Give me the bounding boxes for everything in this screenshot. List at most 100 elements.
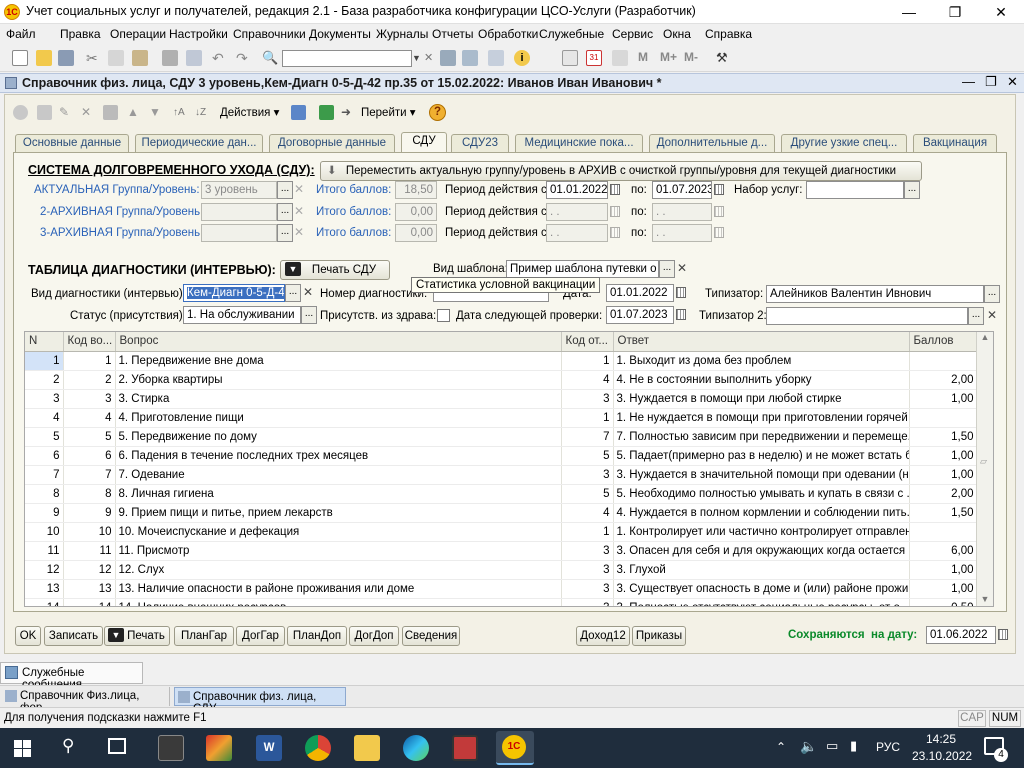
table-row[interactable]: 4 4 4. Приготовление пищи 1 1. Не нуждается … xyxy=(25,408,978,428)
ok-button[interactable]: OK xyxy=(15,626,41,646)
tipizator2-field[interactable] xyxy=(766,307,968,325)
clock-time[interactable]: 14:25 xyxy=(926,732,956,746)
refresh-icon[interactable] xyxy=(319,105,334,120)
menu-documents[interactable]: Документы xyxy=(309,27,371,41)
media-app-icon[interactable] xyxy=(158,735,184,761)
tab-contract-data[interactable]: Договорные данные xyxy=(269,134,395,152)
move-up-icon[interactable]: ▲ xyxy=(127,105,142,120)
table-row[interactable]: 13 13 13. Наличие опасности в районе прожи… xyxy=(25,579,978,599)
scroll-thumb[interactable]: ▱ xyxy=(980,456,987,467)
move-down-icon[interactable]: ▼ xyxy=(149,105,164,120)
col-answer-header[interactable]: Ответ xyxy=(613,332,910,352)
table-row[interactable]: 7 7 7. Одевание 3 3. Нуждается в значительно… xyxy=(25,465,978,485)
income12-button[interactable]: Доход12 xyxy=(576,626,630,646)
table-row[interactable]: 5 5 5. Передвижение по дому 7 7. Полностью з… xyxy=(25,427,978,447)
table-row[interactable]: 2 2 2. Уборка квартиры 4 4. Не в состоянии в… xyxy=(25,370,978,390)
status-select-button[interactable]: ... xyxy=(301,306,317,324)
services-select-button[interactable]: ... xyxy=(904,181,920,199)
table-row[interactable]: 141414. Наличие внешних ресурсов33. Полн… xyxy=(25,598,978,606)
template-field[interactable]: Пример шаблона путевки о д xyxy=(506,260,659,278)
status-field[interactable]: 1. На обслуживании xyxy=(183,306,301,324)
file-explorer-icon[interactable] xyxy=(354,735,380,761)
print-button[interactable]: ▼ Печать xyxy=(104,626,170,646)
memory-m-plus-button[interactable]: M+ xyxy=(660,50,677,64)
tab-other-specialists[interactable]: Другие узкие спец... xyxy=(781,134,907,152)
undo-icon[interactable]: ↶ xyxy=(212,50,228,66)
network-icon[interactable]: ▭ xyxy=(826,738,838,754)
archive2-select-button[interactable]: ... xyxy=(277,203,293,221)
print-icon[interactable] xyxy=(162,50,178,66)
word-icon[interactable]: W xyxy=(256,735,282,761)
archive2-field[interactable] xyxy=(201,203,277,221)
menu-service-ops[interactable]: Служебные xyxy=(539,27,604,41)
table-row[interactable]: 3 3 3. Стирка 3 3. Нуждается в помощи при лю… xyxy=(25,389,978,409)
col-n-header[interactable]: N xyxy=(25,332,64,352)
tipizator2-clear-icon[interactable]: ✕ xyxy=(985,307,999,325)
windows-start-icon[interactable] xyxy=(14,740,31,757)
memory-m-button[interactable]: M xyxy=(638,50,648,64)
windows-icon[interactable] xyxy=(488,50,504,66)
table-scrollbar[interactable]: ▲ ▱ ▼ xyxy=(976,332,993,606)
scroll-up-icon[interactable]: ▲ xyxy=(977,332,993,342)
calculator-icon[interactable] xyxy=(562,50,578,66)
orders-button[interactable]: Приказы xyxy=(632,626,686,646)
table-row[interactable]: 11 11 11. Присмотр 3 3. Опасен для себя и дл… xyxy=(25,541,978,561)
diag-kind-field[interactable]: Кем-Диагн 0-5-Д-42 xyxy=(183,284,285,302)
menu-operations[interactable]: Операции xyxy=(110,27,166,41)
template-clear-icon[interactable]: ✕ xyxy=(675,260,689,278)
menu-settings[interactable]: Настройки xyxy=(169,27,228,41)
tab-main-data[interactable]: Основные данные xyxy=(15,134,129,152)
scroll-down-icon[interactable]: ▼ xyxy=(977,594,993,604)
move-to-archive-button[interactable]: ⬇ Переместить актуальную группу/уровень … xyxy=(320,161,922,181)
dog-gar-button[interactable]: ДогГар xyxy=(236,626,285,646)
tipizator-select-button[interactable]: ... xyxy=(984,285,1000,303)
actions-menu[interactable]: Действия ▾ xyxy=(220,105,279,119)
calendar-icon[interactable] xyxy=(674,306,688,324)
print-sdu-button[interactable]: ▼ Печать СДУ xyxy=(280,260,390,280)
preview-icon[interactable] xyxy=(186,50,202,66)
goto-arrow-icon[interactable]: ➜ xyxy=(341,105,356,120)
col-answer-code-header[interactable]: Код от... xyxy=(561,332,614,352)
table-row[interactable]: 6 6 6. Падения в течение последних трех ме… xyxy=(25,446,978,466)
archive3-field[interactable] xyxy=(201,224,277,242)
calendar-icon[interactable]: 31 xyxy=(586,50,602,66)
go-to-list-icon[interactable] xyxy=(291,105,306,120)
game-app-icon[interactable] xyxy=(206,735,232,761)
edge-icon[interactable] xyxy=(403,735,429,761)
tab-vaccination[interactable]: Вакцинация xyxy=(913,134,997,152)
col-question-header[interactable]: Вопрос xyxy=(115,332,562,352)
table-row[interactable]: 9 9 9. Прием пищи и питье, прием лекарств 4… xyxy=(25,503,978,523)
calendar-icon[interactable] xyxy=(608,224,622,242)
calendar-icon[interactable] xyxy=(674,284,688,302)
memory-m-minus-button[interactable]: M- xyxy=(684,50,698,64)
delete-icon[interactable]: ✕ xyxy=(81,105,96,120)
menu-catalogs[interactable]: Справочники xyxy=(233,27,306,41)
calendar-icon[interactable] xyxy=(712,203,726,221)
tipizator2-select-button[interactable]: ... xyxy=(968,307,984,325)
redo-icon[interactable]: ↷ xyxy=(236,50,252,66)
tipizator-field[interactable]: Алейников Валентин Ивнович xyxy=(766,285,984,303)
archive3-from-date[interactable]: . . xyxy=(546,224,608,242)
calendar-icon[interactable] xyxy=(996,626,1010,644)
clipboard-icon[interactable] xyxy=(612,50,628,66)
paste-icon[interactable] xyxy=(132,50,148,66)
clear-search-icon[interactable]: ✕ xyxy=(424,50,440,66)
actual-group-field[interactable]: 3 уровень xyxy=(201,181,277,199)
save-button[interactable]: Записать xyxy=(44,626,103,646)
copy-element-icon[interactable] xyxy=(37,105,52,120)
menu-reports[interactable]: Отчеты xyxy=(432,27,473,41)
archive2-to-date[interactable]: . . xyxy=(652,203,712,221)
cut-icon[interactable]: ✂ xyxy=(86,50,102,66)
actual-group-clear-icon[interactable]: ✕ xyxy=(292,181,306,199)
info-icon[interactable]: i xyxy=(514,50,530,66)
menu-tools[interactable]: Сервис xyxy=(612,27,653,41)
form-restore-button[interactable]: ❐ xyxy=(985,74,997,90)
form-close-button[interactable]: ✕ xyxy=(1007,74,1018,90)
record-icon[interactable] xyxy=(103,105,118,120)
search-input[interactable] xyxy=(282,50,412,67)
archive3-to-date[interactable]: . . xyxy=(652,224,712,242)
copy-icon[interactable] xyxy=(108,50,124,66)
table-row[interactable]: 1 1 1. Передвижение вне дома 1 1. Выходит из… xyxy=(25,351,978,371)
menu-edit[interactable]: Правка xyxy=(60,27,101,41)
tab-sdu[interactable]: СДУ xyxy=(401,132,447,153)
